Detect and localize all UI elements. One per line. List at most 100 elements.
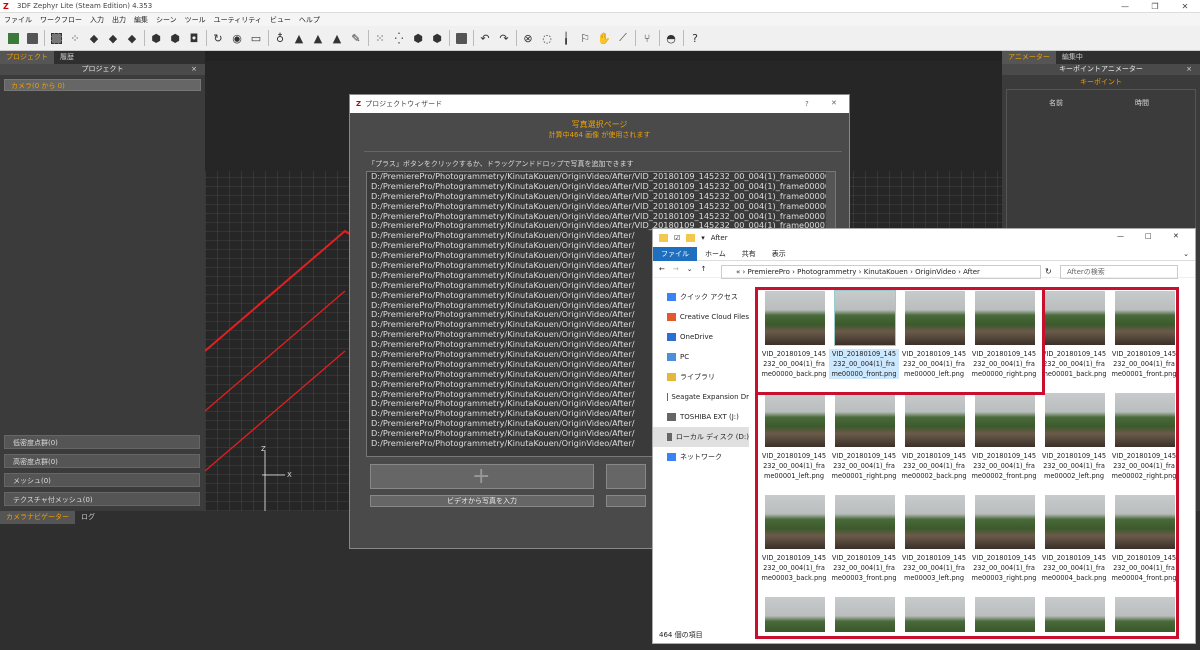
- tree-item-sparse[interactable]: 低密度点群(0): [4, 435, 200, 449]
- measure-icon[interactable]: ⟋: [616, 31, 630, 45]
- maximize-button[interactable]: □: [1145, 232, 1152, 240]
- select-rect-icon[interactable]: [49, 31, 63, 45]
- checkbox-icon[interactable]: ☑: [674, 234, 680, 242]
- menu-item[interactable]: 編集: [134, 15, 148, 25]
- breadcrumb-item[interactable]: After: [963, 268, 980, 276]
- mesh-icon[interactable]: ▲: [330, 31, 344, 45]
- nav-item[interactable]: ライブラリ: [653, 367, 749, 387]
- remove-photos-button[interactable]: [606, 464, 646, 489]
- menu-item[interactable]: ヘルプ: [299, 15, 320, 25]
- nav-item[interactable]: OneDrive: [653, 327, 749, 347]
- minimize-button[interactable]: —: [1110, 0, 1140, 13]
- nav-item[interactable]: Seagate Expansion Dr: [653, 387, 749, 407]
- cube-solid-icon[interactable]: ◆: [125, 31, 139, 45]
- menu-item[interactable]: 出力: [112, 15, 126, 25]
- nav-item[interactable]: Creative Cloud Files: [653, 307, 749, 327]
- solid-cube-alt-icon[interactable]: ⬢: [430, 31, 444, 45]
- mask-icon[interactable]: ◓: [664, 31, 678, 45]
- breadcrumb-item[interactable]: KinutaKouen: [864, 268, 908, 276]
- nav-item[interactable]: ローカル ディスク (D:): [653, 427, 749, 447]
- flag-icon[interactable]: ⚐: [578, 31, 592, 45]
- maximize-button[interactable]: ❐: [1140, 0, 1170, 13]
- points-high-icon[interactable]: ▲: [311, 31, 325, 45]
- search-input[interactable]: Afterの検索: [1060, 265, 1178, 279]
- scatter-icon[interactable]: ⁙: [373, 31, 387, 45]
- undo-icon[interactable]: ↶: [478, 31, 492, 45]
- help-button[interactable]: ?: [805, 100, 809, 108]
- box-alt-icon[interactable]: ⬢: [168, 31, 182, 45]
- close-button[interactable]: ✕: [831, 99, 837, 107]
- brush-icon[interactable]: ✎: [349, 31, 363, 45]
- menu-item[interactable]: シーン: [156, 15, 177, 25]
- tool-icon[interactable]: ⑂: [640, 31, 654, 45]
- tab-log[interactable]: ログ: [75, 511, 101, 524]
- menu-item[interactable]: ワークフロー: [40, 15, 82, 25]
- breadcrumb-separator-icon[interactable]: ›: [908, 268, 915, 276]
- tree-item-mesh[interactable]: メッシュ(0): [4, 473, 200, 487]
- menu-item[interactable]: ユーティリティ: [214, 15, 262, 25]
- expand-ribbon-icon[interactable]: ⌄: [1175, 247, 1195, 261]
- new-project-icon[interactable]: [6, 31, 20, 45]
- back-icon[interactable]: ←: [659, 265, 665, 273]
- menu-item[interactable]: 入力: [90, 15, 104, 25]
- tab-camera-navigator[interactable]: カメラナビゲーター: [0, 511, 75, 524]
- minimize-button[interactable]: —: [1117, 232, 1124, 240]
- breadcrumb-item[interactable]: PremierePro: [748, 268, 790, 276]
- cube-icon[interactable]: ◆: [87, 31, 101, 45]
- close-icon[interactable]: ×: [1186, 64, 1192, 75]
- pan-icon[interactable]: ▭: [249, 31, 263, 45]
- recent-icon[interactable]: ⌄: [687, 265, 693, 273]
- breadcrumb-item[interactable]: OriginVideo: [915, 268, 956, 276]
- breadcrumb-separator-icon[interactable]: ›: [740, 268, 747, 276]
- select-points-icon[interactable]: ⁘: [68, 31, 82, 45]
- tree-item-textured-mesh[interactable]: テクスチャ付メッシュ(0): [4, 492, 200, 506]
- marker-icon[interactable]: ╽: [559, 31, 573, 45]
- box-icon[interactable]: ⬢: [149, 31, 163, 45]
- import-from-video-button[interactable]: ビデオから写真を入力: [370, 495, 594, 507]
- close-button[interactable]: ✕: [1173, 232, 1179, 240]
- menu-item[interactable]: ツール: [185, 15, 206, 25]
- tab-animator[interactable]: アニメーター: [1002, 51, 1056, 64]
- solid-cube-icon[interactable]: ⬢: [411, 31, 425, 45]
- nav-item[interactable]: TOSHIBA EXT (J:): [653, 407, 749, 427]
- cube-alt-icon[interactable]: ◆: [106, 31, 120, 45]
- tab-home[interactable]: ホーム: [697, 247, 734, 261]
- tab-share[interactable]: 共有: [734, 247, 764, 261]
- add-photos-button[interactable]: +: [370, 464, 594, 489]
- hand-icon[interactable]: ✋: [597, 31, 611, 45]
- breadcrumb-item[interactable]: Photogrammetry: [797, 268, 856, 276]
- breadcrumb-separator-icon[interactable]: ›: [856, 268, 863, 276]
- menu-item[interactable]: ファイル: [4, 15, 32, 25]
- refresh-icon[interactable]: ↻: [1045, 267, 1052, 276]
- tab-project[interactable]: プロジェクト: [0, 51, 54, 64]
- light-icon[interactable]: ♁: [273, 31, 287, 45]
- camera-row[interactable]: カメラ(0 から 0): [4, 79, 201, 91]
- nav-item[interactable]: PC: [653, 347, 749, 367]
- close-icon[interactable]: ×: [191, 64, 197, 75]
- redo-icon[interactable]: ↷: [497, 31, 511, 45]
- points-low-icon[interactable]: ▲: [292, 31, 306, 45]
- tab-file[interactable]: ファイル: [653, 246, 697, 261]
- save-icon[interactable]: [25, 31, 39, 45]
- close-button[interactable]: ✕: [1170, 0, 1200, 13]
- secondary-button[interactable]: [606, 495, 646, 507]
- nav-item[interactable]: ネットワーク: [653, 447, 749, 467]
- dropdown-icon[interactable]: ▾: [701, 234, 705, 242]
- tab-editing[interactable]: 編集中: [1056, 51, 1089, 64]
- nav-item[interactable]: クイック アクセス: [653, 287, 749, 307]
- scatter-alt-icon[interactable]: ⁛: [392, 31, 406, 45]
- circle-select-icon[interactable]: ◌: [540, 31, 554, 45]
- rotate-icon[interactable]: ↻: [211, 31, 225, 45]
- stop-icon[interactable]: [454, 31, 468, 45]
- lasso-icon[interactable]: ⊗: [521, 31, 535, 45]
- camera-icon[interactable]: ◘: [187, 31, 201, 45]
- tree-item-dense[interactable]: 高密度点群(0): [4, 454, 200, 468]
- orbit-icon[interactable]: ◉: [230, 31, 244, 45]
- forward-icon[interactable]: →: [673, 265, 679, 273]
- up-icon[interactable]: ↑: [701, 265, 707, 273]
- menu-item[interactable]: ビュー: [270, 15, 291, 25]
- tab-history[interactable]: 履歴: [54, 51, 80, 64]
- address-bar[interactable]: « › PremierePro › Photogrammetry › Kinut…: [721, 265, 1041, 279]
- help-icon[interactable]: ?: [688, 31, 702, 45]
- tab-view[interactable]: 表示: [764, 247, 794, 261]
